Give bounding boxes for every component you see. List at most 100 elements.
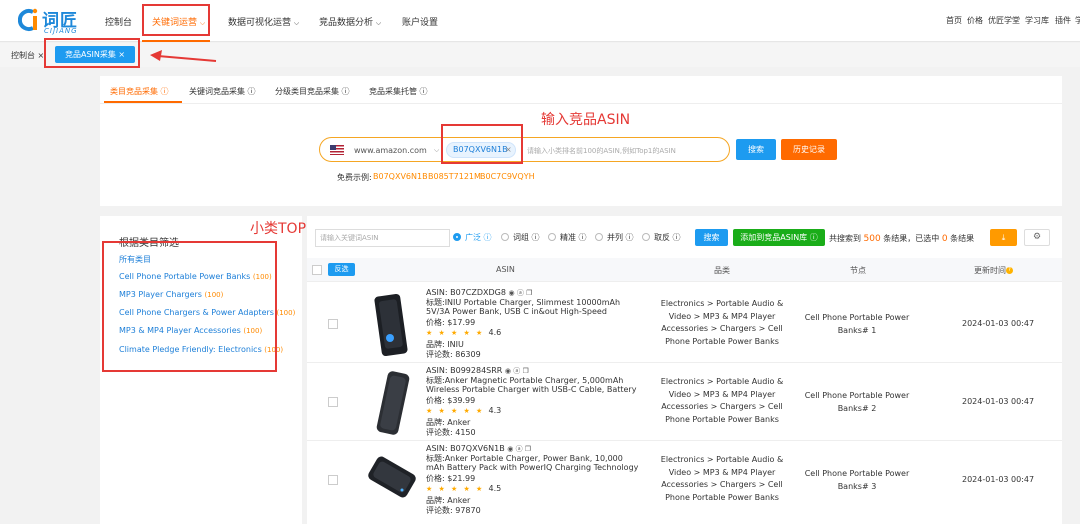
subtab-divider	[100, 103, 1062, 104]
star-rating: ★ ★ ★ ★ ★ 4.6	[426, 328, 501, 337]
result-mid: 条结果，已选中	[883, 234, 940, 243]
free-example-asin[interactable]: B0C7C9VQYH	[480, 172, 535, 181]
product-updated: 2024-01-03 00:47	[962, 475, 1035, 484]
nav-dashboard[interactable]: 控制台	[105, 15, 132, 28]
subtab-hosted[interactable]: 竞品采集托管 ⓘ	[369, 86, 428, 97]
product-title: 标题:INIU Portable Charger, Slimmest 10000…	[426, 298, 621, 316]
product-image[interactable]	[372, 368, 412, 438]
product-category: Electronics > Portable Audio & Video > M…	[660, 299, 784, 346]
row-divider	[307, 362, 1062, 363]
link-learn[interactable]: 学习	[1075, 15, 1080, 26]
product-reviews: 评论数: 86309	[426, 350, 481, 359]
link-plugin[interactable]: 插件	[1055, 15, 1071, 26]
subtab-tiered-category[interactable]: 分级类目竞品采集 ⓘ	[275, 86, 350, 97]
help-icon: ?	[1006, 267, 1013, 274]
chevron-down-icon: ⌵	[434, 146, 440, 154]
annotation-input-asin: 输入竞品ASIN	[541, 112, 631, 128]
select-all-checkbox[interactable]	[312, 265, 322, 275]
rating-value: 4.3	[488, 406, 502, 415]
row-checkbox[interactable]	[328, 319, 338, 329]
nav-active-underline	[142, 40, 210, 42]
row-checkbox[interactable]	[328, 397, 338, 407]
filter-search-button[interactable]: 搜索	[695, 229, 728, 246]
tab-dashboard[interactable]: 控制台 ×	[11, 50, 44, 61]
annotation-box-asin	[441, 124, 523, 164]
star-rating: ★ ★ ★ ★ ★ 4.3	[426, 406, 501, 415]
product-asin-text: ASIN: B099284SRR	[426, 366, 503, 375]
product-price: 价格: $21.99	[426, 474, 476, 483]
col-updated-label: 更新时间	[974, 266, 1006, 275]
star-icons: ★ ★ ★ ★ ★	[426, 407, 485, 415]
product-price: 价格: $17.99	[426, 318, 476, 327]
radio-broad-label: 广泛 ⓘ	[465, 233, 492, 242]
free-example-asin[interactable]: B07QXV6N1B	[373, 172, 428, 181]
row-checkbox[interactable]	[328, 475, 338, 485]
col-asin: ASIN	[496, 265, 515, 274]
free-example-label: 免费示例:	[337, 173, 372, 182]
chevron-down-icon: ⌵	[375, 19, 382, 27]
product-node: Cell Phone Portable Power Banks# 2	[804, 391, 910, 413]
history-button[interactable]: 历史记录	[781, 139, 837, 160]
product-node: Cell Phone Portable Power Banks# 1	[804, 313, 910, 335]
logo-icon	[18, 8, 38, 31]
keyword-filter-placeholder: 请输入关键词ASIN	[320, 234, 379, 242]
result-summary: 共搜索到 500 条结果，已选中 0 条结果	[829, 233, 974, 244]
result-selected: 0	[941, 234, 948, 244]
product-category: Electronics > Portable Audio & Video > M…	[660, 455, 784, 502]
product-asin: ASIN: B07CZDXDG8 ◉ ⓐ ❐	[426, 288, 532, 298]
category-item-count: (100)	[276, 309, 296, 317]
link-icon[interactable]: ◉ ⓐ ❐	[505, 367, 529, 375]
logo-subtext: CIJIANG	[44, 27, 78, 35]
rating-value: 4.6	[488, 328, 502, 337]
nav-data-visual-label: 数据可视化运营	[228, 18, 292, 28]
asin-input[interactable]: 请输入小类排名前100的ASIN,例如Top1的ASIN	[527, 146, 676, 156]
free-example-asin[interactable]: B085T7121M	[428, 172, 481, 181]
product-reviews: 评论数: 97870	[426, 506, 481, 515]
link-icon[interactable]: ◉ ⓐ ❐	[509, 289, 533, 297]
add-to-library-button[interactable]: 添加到竞品ASIN库 ⓘ	[733, 229, 825, 246]
link-library[interactable]: 学习库	[1025, 15, 1049, 26]
link-icon[interactable]: ◉ ⓐ ❐	[507, 445, 531, 453]
col-updated[interactable]: 更新时间?	[974, 265, 1013, 276]
radio-parallel[interactable]	[595, 233, 603, 241]
radio-phrase[interactable]	[501, 233, 509, 241]
product-node: Cell Phone Portable Power Banks# 3	[804, 469, 910, 491]
link-academy[interactable]: 优匠学堂	[988, 15, 1020, 26]
product-title: 标题:Anker Magnetic Portable Charger, 5,00…	[426, 376, 637, 394]
product-asin: ASIN: B099284SRR ◉ ⓐ ❐	[426, 366, 529, 376]
link-price[interactable]: 价格	[967, 15, 983, 26]
search-button[interactable]: 搜索	[736, 139, 776, 160]
nav-account-settings[interactable]: 账户设置	[402, 15, 438, 28]
product-image[interactable]	[366, 446, 418, 516]
col-category: 品类	[714, 266, 730, 275]
result-total: 500	[863, 234, 881, 244]
nav-data-visual[interactable]: 数据可视化运营 ⌵	[228, 15, 299, 28]
annotation-arrow-icon	[150, 50, 217, 62]
result-suffix: 条结果	[950, 234, 975, 243]
nav-competitor-analysis[interactable]: 竞品数据分析 ⌵	[319, 15, 381, 28]
product-image[interactable]	[372, 290, 412, 360]
product-title: 标题:Anker Portable Charger, Power Bank, 1…	[426, 454, 639, 472]
gear-icon[interactable]: ⚙	[1024, 229, 1050, 246]
annotation-box-tab	[44, 38, 140, 68]
product-price: 价格: $39.99	[426, 396, 476, 405]
product-reviews: 评论数: 4150	[426, 428, 476, 437]
radio-phrase-label: 词组 ⓘ	[513, 233, 540, 242]
product-asin-text: ASIN: B07CZDXDG8	[426, 288, 506, 297]
row-divider	[307, 440, 1062, 441]
radio-broad[interactable]	[453, 233, 461, 241]
col-node: 节点	[850, 266, 866, 275]
product-updated: 2024-01-03 00:47	[962, 397, 1035, 406]
invert-selection-button[interactable]: 反选	[328, 263, 355, 276]
radio-negate[interactable]	[642, 233, 650, 241]
download-icon[interactable]: ⤓	[990, 229, 1017, 246]
table-header	[307, 258, 1062, 282]
product-asin-text: ASIN: B07QXV6N1B	[426, 444, 505, 453]
subtab-category[interactable]: 类目竞品采集 ⓘ	[110, 86, 169, 97]
marketplace-select[interactable]: www.amazon.com	[354, 146, 427, 155]
link-home[interactable]: 首页	[946, 15, 962, 26]
annotation-box-categories	[102, 241, 277, 372]
subtab-keyword[interactable]: 关键词竞品采集 ⓘ	[189, 86, 256, 97]
product-updated: 2024-01-03 00:47	[962, 319, 1035, 328]
radio-exact[interactable]	[548, 233, 556, 241]
